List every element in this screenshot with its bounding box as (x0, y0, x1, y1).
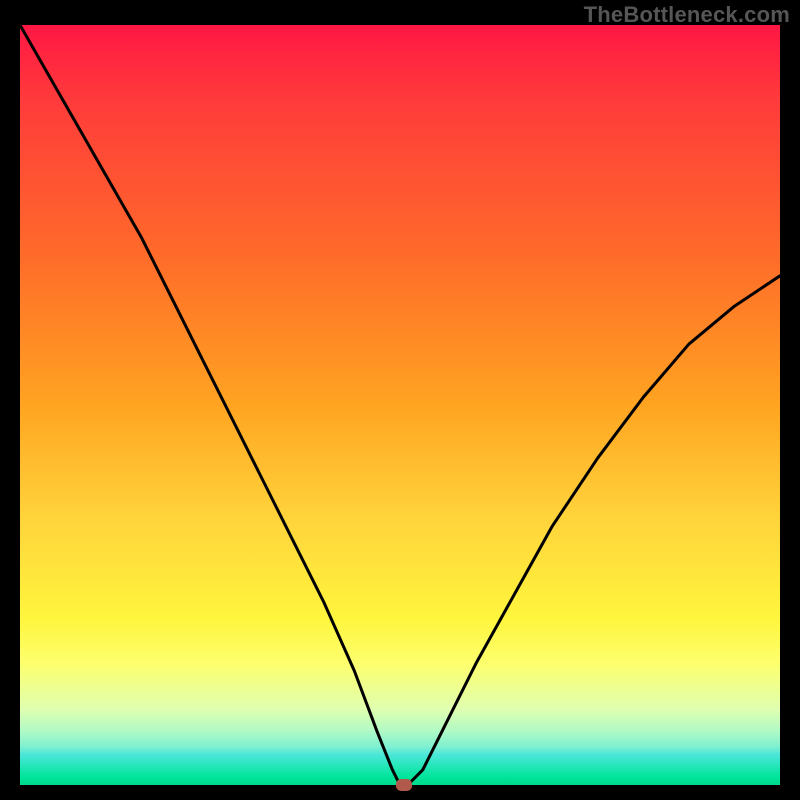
plot-area (20, 25, 780, 785)
bottleneck-curve (20, 25, 780, 785)
minimum-marker (396, 779, 412, 791)
chart-frame: TheBottleneck.com (0, 0, 800, 800)
curve-svg (20, 25, 780, 785)
watermark-text: TheBottleneck.com (584, 2, 790, 28)
